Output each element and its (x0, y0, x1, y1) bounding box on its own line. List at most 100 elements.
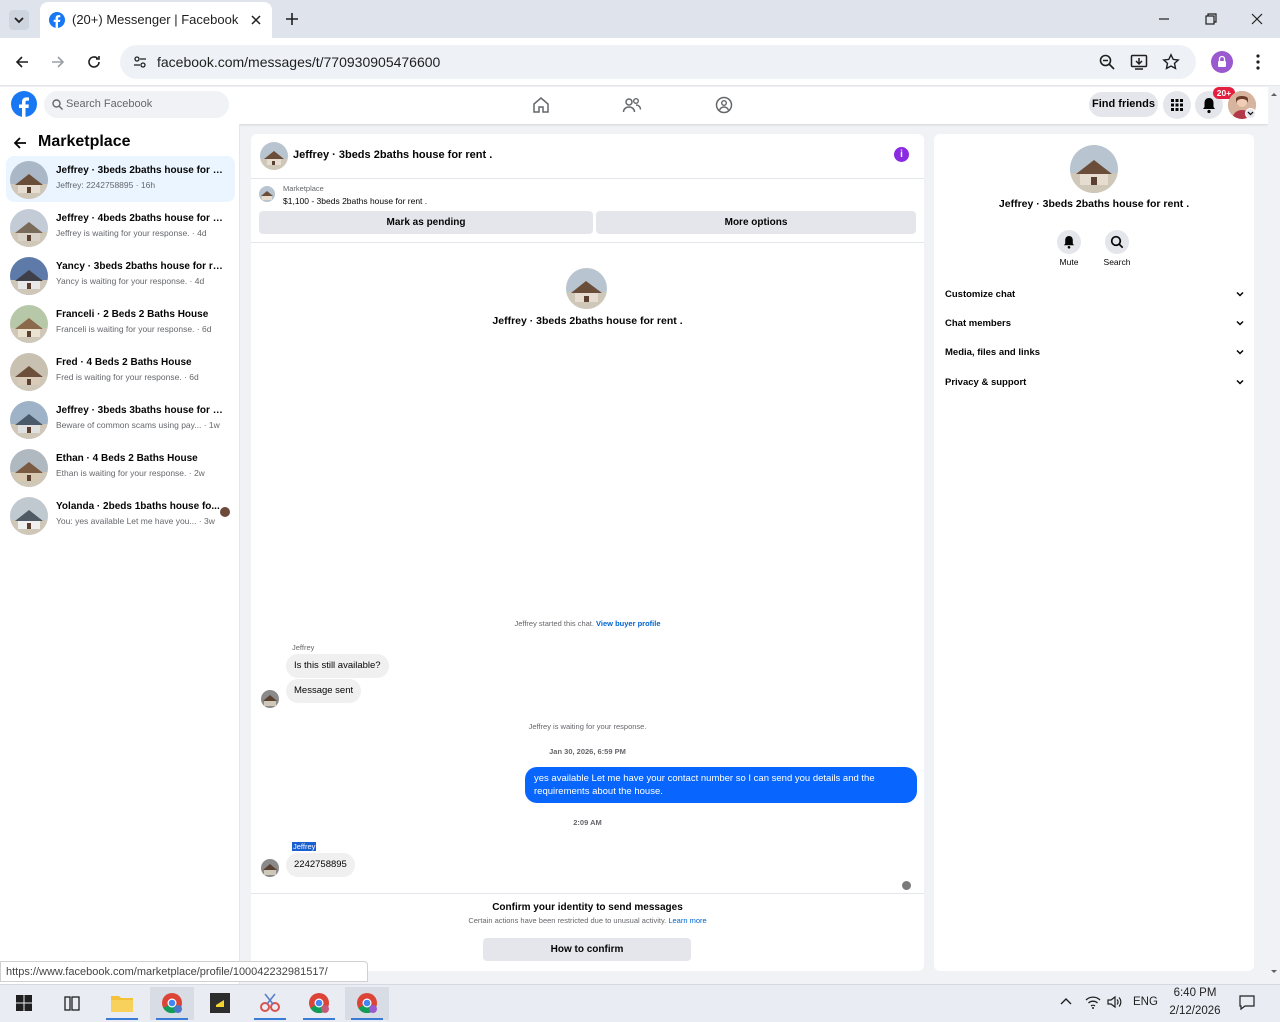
more-options-button[interactable]: More options (596, 211, 916, 234)
tab-close-icon[interactable] (247, 11, 265, 29)
sticky-notes-button[interactable] (198, 987, 242, 1020)
conversation-item[interactable]: Franceli · 2 Beds 2 Baths House Franceli … (6, 300, 235, 346)
scroll-up-icon[interactable] (1268, 88, 1280, 100)
chevron-down-icon (14, 17, 24, 24)
chat-members-section[interactable]: Chat members (945, 318, 1245, 329)
chat-header-title[interactable]: Jeffrey · 3beds 2baths house for rent . (293, 149, 492, 161)
chrome-menu-icon[interactable] (1248, 52, 1268, 72)
chat-panel: Jeffrey · 3beds 2baths house for rent . … (251, 134, 924, 971)
info-icon[interactable]: i (894, 147, 909, 162)
sender-avatar[interactable] (261, 859, 279, 877)
chrome-icon (309, 993, 329, 1014)
sender-avatar[interactable] (261, 690, 279, 708)
file-explorer-button[interactable] (100, 987, 144, 1020)
outgoing-message[interactable]: yes available Let me have your contact n… (525, 767, 917, 803)
conversation-thumbnail (10, 449, 48, 487)
window-close-icon[interactable] (1248, 10, 1266, 28)
listing-price[interactable]: $1,100 - 3beds 2baths house for rent . (283, 196, 427, 206)
notification-center-icon[interactable] (1238, 993, 1256, 1011)
show-hidden-icons-icon[interactable] (1058, 994, 1074, 1010)
forward-icon[interactable] (48, 52, 68, 72)
scroll-down-icon[interactable] (1268, 966, 1280, 978)
facebook-logo-icon[interactable] (11, 91, 37, 117)
privacy-support-section[interactable]: Privacy & support (945, 377, 1245, 388)
browser-tab[interactable]: (20+) Messenger | Facebook (40, 2, 272, 38)
url-text: facebook.com/messages/t/770930905476600 (157, 54, 441, 70)
mute-label: Mute (1059, 257, 1079, 267)
chrome-icon (162, 993, 182, 1014)
details-avatar[interactable] (1070, 145, 1118, 193)
grid-icon (1171, 99, 1183, 111)
search-conversation-button[interactable] (1105, 230, 1129, 254)
mark-as-pending-button[interactable]: Mark as pending (259, 211, 593, 234)
back-arrow-icon[interactable] (12, 135, 28, 151)
conversation-item[interactable]: Jeffrey · 4beds 2baths house for re... Je… (6, 204, 235, 250)
start-button[interactable] (2, 987, 46, 1020)
intro-title: Jeffrey · 3beds 2baths house for rent . (492, 315, 683, 327)
header-divider (251, 178, 924, 179)
zoom-icon[interactable] (1098, 53, 1116, 71)
menu-grid-button[interactable] (1163, 91, 1191, 119)
windows-logo-icon (16, 995, 32, 1011)
profile-avatar-icon[interactable] (1211, 51, 1233, 73)
chrome-taskbar-button[interactable] (150, 987, 194, 1020)
reload-icon[interactable] (84, 52, 104, 72)
learn-more-link[interactable]: Learn more (668, 916, 706, 925)
friends-nav-icon[interactable] (622, 96, 642, 114)
conversation-title: Yancy · 3beds 2baths house for re... (56, 261, 226, 272)
incoming-message[interactable]: 2242758895 (286, 853, 355, 877)
chat-header-avatar[interactable] (260, 142, 288, 170)
conversation-title: Ethan · 4 Beds 2 Baths House (56, 453, 198, 464)
chrome-profile-2-button[interactable] (297, 987, 341, 1020)
restore-icon[interactable] (1202, 10, 1220, 28)
conversation-item[interactable]: Fred · 4 Beds 2 Baths House Fred is waiti… (6, 348, 235, 394)
home-nav-icon[interactable] (531, 96, 551, 114)
install-app-icon[interactable] (1130, 53, 1148, 71)
search-icon (52, 99, 63, 110)
conversation-item[interactable]: Yolanda · 2beds 1baths house fo... You: y… (6, 492, 235, 538)
section-label: Customize chat (945, 289, 1016, 300)
incoming-message[interactable]: Message sent (286, 679, 362, 703)
sender-name: Jeffrey (292, 643, 315, 652)
how-to-confirm-button[interactable]: How to confirm (483, 938, 691, 961)
customize-chat-section[interactable]: Customize chat (945, 289, 1245, 300)
media-files-links-section[interactable]: Media, files and links (945, 347, 1245, 358)
site-info-icon[interactable] (132, 54, 148, 70)
address-bar[interactable]: facebook.com/messages/t/770930905476600 (120, 45, 1196, 79)
conversation-item[interactable]: Jeffrey · 3beds 3baths house for re... Be… (6, 396, 235, 442)
account-chevron-icon[interactable] (1245, 108, 1256, 119)
conversation-thumbnail (10, 257, 48, 295)
incoming-message[interactable]: Is this still available? (286, 654, 389, 678)
conversation-item[interactable]: Ethan · 4 Beds 2 Baths House Ethan is wai… (6, 444, 235, 490)
new-tab-icon[interactable] (282, 9, 302, 29)
conversation-thumbnail (10, 209, 48, 247)
tab-search-button[interactable] (9, 10, 29, 30)
seen-avatar (220, 507, 230, 517)
composer-divider (251, 893, 924, 894)
mute-button[interactable] (1057, 230, 1081, 254)
snipping-tool-button[interactable] (248, 987, 292, 1020)
browser-tab-strip: (20+) Messenger | Facebook (0, 0, 1280, 38)
confirm-identity-title: Confirm your identity to send messages (492, 902, 683, 913)
task-view-icon (64, 996, 80, 1011)
conversation-preview: Ethan is waiting for your response. · 2w (56, 468, 205, 478)
find-friends-button[interactable]: Find friends (1089, 92, 1158, 117)
chrome-profile-3-button[interactable] (345, 987, 389, 1020)
facebook-search-input[interactable]: Search Facebook (44, 91, 229, 118)
groups-nav-icon[interactable] (714, 96, 734, 114)
language-indicator[interactable]: ENG (1133, 996, 1158, 1008)
back-icon[interactable] (12, 52, 32, 72)
task-view-button[interactable] (50, 987, 94, 1020)
conversation-item[interactable]: Jeffrey · 3beds 2baths house for re... Je… (6, 156, 235, 202)
section-label: Chat members (945, 318, 1011, 329)
view-buyer-profile-link[interactable]: View buyer profile (596, 619, 660, 628)
network-icon[interactable] (1084, 994, 1102, 1010)
minimize-icon[interactable] (1155, 10, 1173, 28)
conversation-item[interactable]: Yancy · 3beds 2baths house for re... Yanc… (6, 252, 235, 298)
page-scrollbar[interactable] (1268, 88, 1280, 982)
clock-date[interactable]: 2/12/2026 (1160, 1005, 1230, 1017)
bookmark-star-icon[interactable] (1162, 53, 1180, 71)
sticky-notes-icon (210, 993, 230, 1013)
volume-icon[interactable] (1106, 994, 1124, 1010)
clock-time[interactable]: 6:40 PM (1160, 987, 1230, 999)
